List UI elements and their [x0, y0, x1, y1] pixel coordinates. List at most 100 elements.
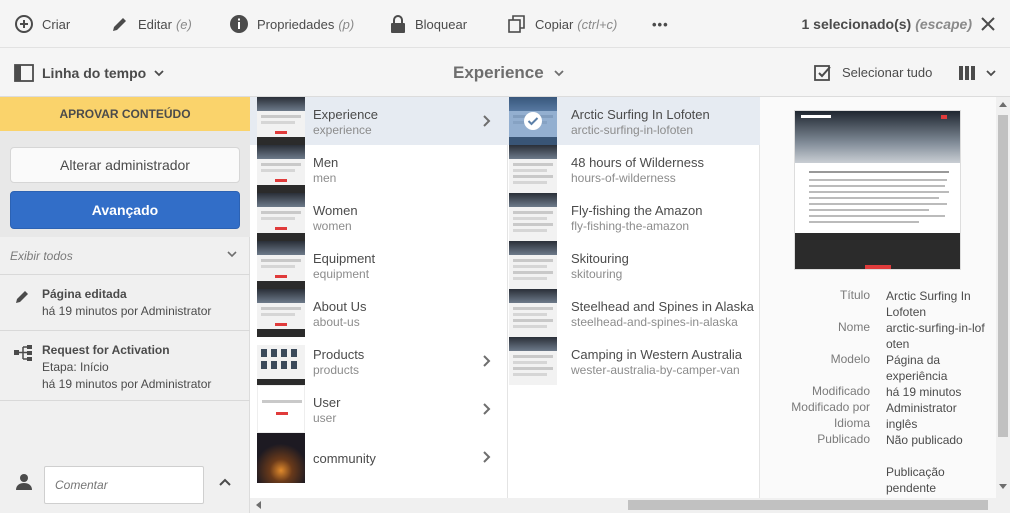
meta-value: Arctic Surfing In Lofoten [886, 289, 971, 319]
preview-thumbnail [794, 110, 961, 270]
plus-circle-icon [15, 15, 33, 33]
timeline-filter[interactable]: Exibir todos [0, 237, 250, 275]
chevron-up-icon[interactable] [218, 477, 232, 487]
meta-label: Modelo [830, 352, 870, 366]
list-item[interactable]: Skitouring skitouring [508, 241, 760, 289]
breadcrumb-title[interactable]: Experience [453, 48, 564, 97]
item-title: 48 hours of Wilderness [571, 155, 704, 170]
item-name: about-us [313, 315, 360, 329]
meta-value: Não publicado [886, 433, 963, 447]
chevron-right-icon[interactable] [482, 450, 492, 464]
timeline-item-detail: há 19 minutos por Administrator [42, 304, 212, 318]
meta-label: Título [839, 288, 870, 302]
item-name: equipment [313, 267, 370, 281]
filter-label: Exibir todos [10, 248, 73, 263]
list-item[interactable]: Men men [250, 145, 508, 193]
scroll-left-arrow-icon[interactable] [255, 501, 261, 509]
list-item[interactable]: Women women [250, 193, 508, 241]
page-thumbnail [257, 193, 305, 241]
select-all-label: Selecionar tudo [842, 65, 933, 80]
copy-icon [508, 15, 525, 33]
item-name: experience [313, 123, 372, 137]
page-thumbnail [257, 337, 305, 385]
page-thumbnail [257, 241, 305, 289]
meta-value: há 19 minutos [886, 385, 962, 399]
page-thumbnail [257, 385, 305, 433]
workflow-icon [14, 345, 32, 361]
checkmark-circle-icon [524, 112, 542, 130]
list-item[interactable]: community [250, 433, 508, 483]
page-thumbnail [257, 289, 305, 337]
rail-toggle-label: Linha do tempo [42, 64, 147, 81]
create-button[interactable]: Criar [14, 0, 70, 48]
page-thumbnail [509, 145, 557, 193]
item-title: Products [313, 347, 365, 362]
item-name: women [313, 219, 352, 233]
close-selection-icon[interactable] [978, 14, 998, 34]
item-title: Men [313, 155, 339, 170]
item-name: fly-fishing-the-amazon [571, 219, 690, 233]
item-name: men [313, 171, 337, 185]
page-thumbnail [509, 241, 557, 289]
copy-shortcut: (ctrl+c) [577, 16, 618, 32]
timeline-item[interactable]: Request for Activation Etapa: Início há … [0, 331, 250, 401]
meta-value: arctic-surfing-in-lofoten [886, 321, 985, 351]
page-thumbnail [509, 193, 557, 241]
view-switcher[interactable] [958, 48, 996, 97]
list-item[interactable]: Steelhead and Spines in Alaska steelhead… [508, 289, 760, 337]
more-actions-button[interactable]: ••• [652, 0, 669, 48]
page-thumbnail [257, 97, 305, 145]
item-name: wester-australia-by-camper-van [571, 363, 740, 377]
chevron-down-icon [227, 251, 237, 258]
timeline-item-title: Request for Activation [42, 343, 170, 357]
properties-label: Propriedades [257, 16, 335, 32]
list-item[interactable]: Products products [250, 337, 508, 385]
list-item[interactable]: Experience experience [250, 97, 508, 145]
rail-toggle[interactable]: Linha do tempo [14, 48, 164, 97]
item-title: Women [313, 203, 358, 218]
chevron-down-icon [154, 69, 164, 76]
lock-button[interactable]: Bloquear [389, 0, 467, 48]
list-item[interactable]: Arctic Surfing In Lofoten arctic-surfing… [508, 97, 760, 145]
change-admin-button[interactable]: Alterar administrador [10, 147, 240, 183]
item-name: arctic-surfing-in-lofoten [571, 123, 694, 137]
advance-button[interactable]: Avançado [10, 191, 240, 229]
chevron-right-icon[interactable] [482, 114, 492, 128]
horizontal-scroll-thumb[interactable] [628, 500, 988, 510]
edit-button[interactable]: Editar (e) [110, 0, 192, 48]
selection-status: 1 selecionado(s) (escape) [801, 0, 972, 48]
horizontal-scrollbar[interactable] [250, 498, 1010, 513]
timeline-item[interactable]: Página editada há 19 minutos por Adminis… [0, 275, 250, 331]
item-title: Skitouring [571, 251, 629, 266]
properties-button[interactable]: Propriedades (p) [229, 0, 354, 48]
page-thumbnail [509, 289, 557, 337]
chevron-right-icon[interactable] [482, 354, 492, 368]
timeline-item-detail: há 19 minutos por Administrator [42, 377, 212, 391]
column-site-root: Experience experience Men men Women wome… [250, 97, 508, 498]
list-item[interactable]: 48 hours of Wilderness hours-of-wilderne… [508, 145, 760, 193]
list-item[interactable]: User user [250, 385, 508, 433]
list-item[interactable]: About Us about-us [250, 289, 508, 337]
copy-button[interactable]: Copiar (ctrl+c) [507, 0, 617, 48]
meta-label: Modificado [811, 384, 870, 398]
select-all-button[interactable]: Selecionar tudo [814, 48, 932, 97]
edit-shortcut: (e) [175, 16, 192, 32]
page-title: Experience [453, 62, 544, 82]
page-thumbnail [509, 337, 557, 385]
list-item[interactable]: Fly-fishing the Amazon fly-fishing-the-a… [508, 193, 760, 241]
page-thumbnail [257, 433, 305, 483]
comment-input[interactable] [44, 466, 204, 504]
edit-label: Editar [138, 16, 172, 32]
page-thumbnail [257, 145, 305, 193]
scroll-up-arrow-icon[interactable] [999, 101, 1007, 107]
vertical-scroll-thumb[interactable] [998, 115, 1008, 437]
pencil-icon [113, 18, 126, 31]
scroll-down-arrow-icon[interactable] [999, 484, 1007, 490]
checkbox-icon [814, 64, 831, 81]
list-item[interactable]: Camping in Western Australia wester-aust… [508, 337, 760, 385]
list-item[interactable]: Equipment equipment [250, 241, 508, 289]
chevron-right-icon[interactable] [482, 402, 492, 416]
item-title: Steelhead and Spines in Alaska [571, 299, 754, 314]
vertical-scrollbar[interactable] [996, 97, 1010, 498]
chevron-down-icon [986, 69, 996, 76]
